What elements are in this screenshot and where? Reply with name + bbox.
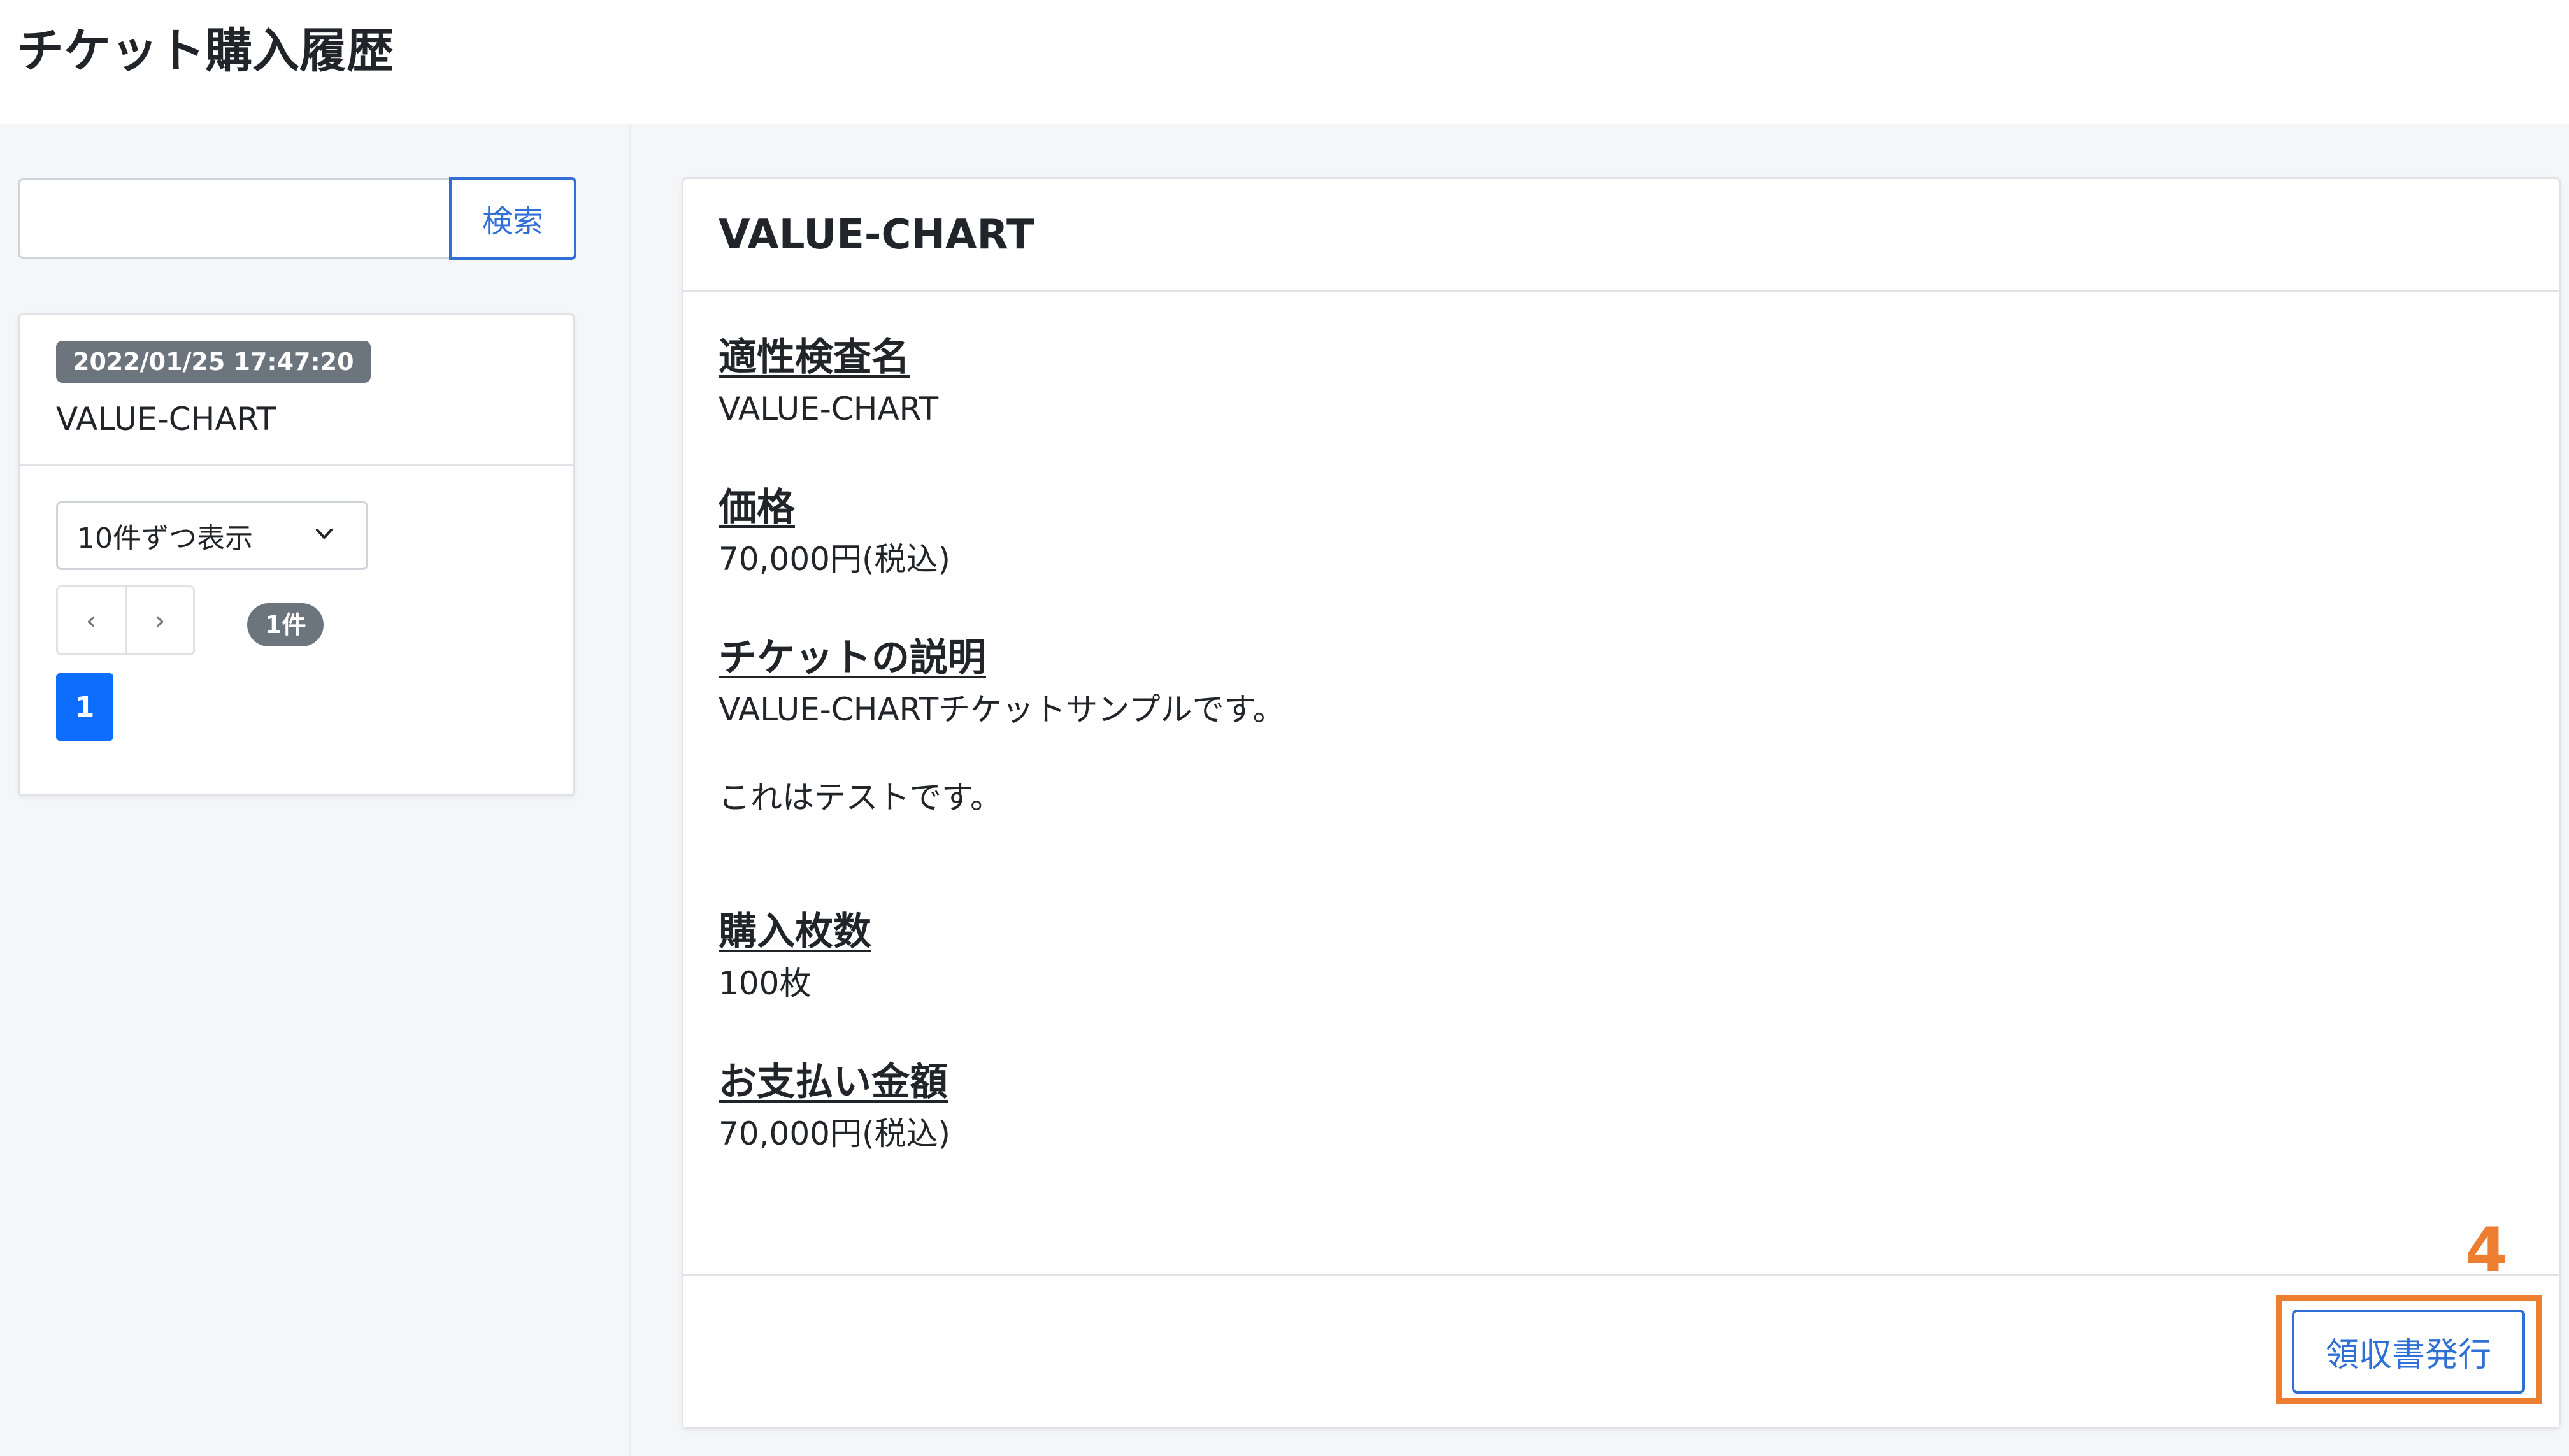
detail-header: VALUE-CHART [683,179,2559,292]
list-item[interactable]: 2022/01/25 17:47:20 VALUE-CHART [20,315,573,466]
ticket-list-card: 2022/01/25 17:47:20 VALUE-CHART 10件ずつ表示 … [18,313,575,796]
annotation-step-number: 4 [2465,1215,2508,1286]
field-label-quantity: 購入枚数 [719,910,871,954]
field-label-description: チケットの説明 [719,636,986,680]
ticket-detail-card: VALUE-CHART 適性検査名 VALUE-CHART 価格 70,000円… [682,177,2561,1429]
page-1-button[interactable]: 1 [56,673,113,741]
pagination-arrows: ‹ › [56,585,195,655]
next-page-button[interactable]: › [124,587,194,653]
search-button[interactable]: 検索 [449,177,576,260]
date-badge: 2022/01/25 17:47:20 [56,341,371,383]
detail-footer [683,1274,2559,1427]
result-count-badge: 1件 [247,603,324,646]
field-value-quantity: 100枚 [719,965,812,1002]
list-item-name: VALUE-CHART [56,401,276,438]
field-label-payment-amount: お支払い金額 [719,1060,948,1104]
issue-receipt-button[interactable]: 領収書発行 [2292,1310,2525,1394]
field-value-payment-amount: 70,000円(税込) [719,1115,950,1152]
page-header: チケット購入履歴 [0,0,2569,124]
chevron-down-icon [316,529,333,539]
search-input[interactable] [18,178,450,259]
prev-page-button[interactable]: ‹ [58,587,125,653]
field-value-price: 70,000円(税込) [719,541,950,578]
field-label-price: 価格 [719,485,795,530]
page-title: チケット購入履歴 [17,24,394,78]
per-page-select[interactable]: 10件ずつ表示 [56,501,368,570]
field-value-description: VALUE-CHARTチケットサンプルです。 [719,691,1285,728]
field-label-test-name: 適性検査名 [719,335,910,380]
field-value-description-line2: これはテストです。 [719,779,1002,816]
field-value-test-name: VALUE-CHART [719,390,939,427]
per-page-label: 10件ずつ表示 [77,522,253,555]
detail-title: VALUE-CHART [719,211,1034,259]
